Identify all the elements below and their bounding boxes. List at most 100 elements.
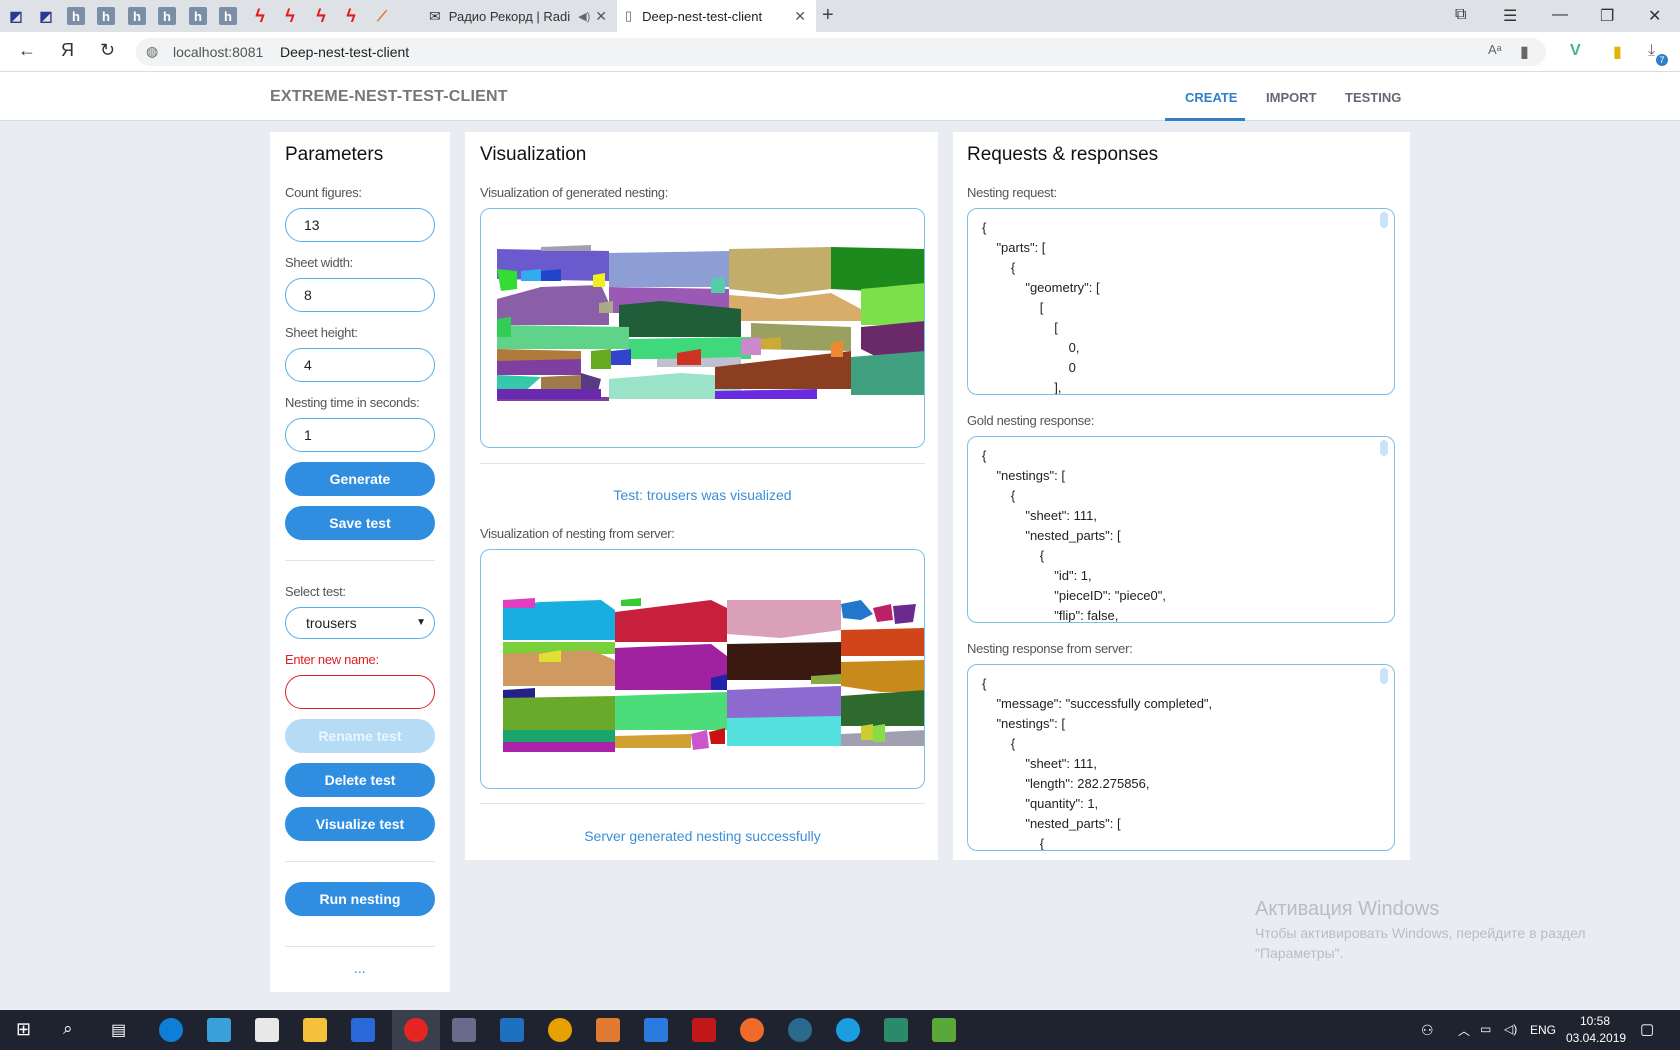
server-nesting-canvas	[480, 549, 925, 789]
visualize-test-button[interactable]: Visualize test	[285, 807, 435, 841]
tab-deep-nest[interactable]: ▯ Deep-nest-test-client ✕	[617, 0, 816, 32]
search-icon[interactable]: ⌕	[63, 1019, 73, 1039]
generated-nesting-canvas	[480, 208, 925, 448]
close-icon[interactable]: ✕	[595, 8, 607, 25]
server-status-text: Server generated nesting successfully	[584, 828, 821, 844]
speaker-icon[interactable]: ◀)	[578, 10, 590, 23]
extension-icon[interactable]: ▮	[1613, 42, 1622, 62]
clock-date[interactable]: 03.04.2019	[1566, 1031, 1626, 1045]
minimize-icon[interactable]: —	[1552, 6, 1568, 24]
app-icon[interactable]	[932, 1018, 956, 1042]
pinned-tab-zap-icon[interactable]: ϟ	[341, 6, 361, 26]
pinned-tab-h-icon[interactable]: h	[97, 7, 115, 25]
gold-response-textarea[interactable]: { "nestings": [ { "sheet": 111, "nested_…	[967, 436, 1395, 623]
back-icon[interactable]: ←	[18, 40, 36, 61]
network-icon[interactable]: ▭	[1480, 1022, 1491, 1036]
windows-start-icon[interactable]: ⊞	[16, 1019, 31, 1040]
pinned-tab-h-icon[interactable]: h	[189, 7, 207, 25]
downloads-badge: 7	[1656, 54, 1668, 66]
teamviewer-icon[interactable]	[159, 1018, 183, 1042]
tab-radio-record[interactable]: ✉ Радио Рекорд | Radi ◀) ✕	[421, 0, 617, 32]
requests-responses-panel: Requests & responses Nesting request: { …	[953, 132, 1410, 860]
task-view-icon[interactable]: ▤	[111, 1020, 126, 1040]
skype-icon[interactable]	[836, 1018, 860, 1042]
collections-icon[interactable]: ⧉	[1455, 6, 1466, 24]
tab-import[interactable]: IMPORT	[1266, 90, 1317, 105]
webstorm-icon[interactable]	[884, 1018, 908, 1042]
yandex-logo[interactable]: Я	[61, 40, 74, 61]
nesting-request-label: Nesting request:	[967, 185, 1057, 200]
address-bar: ← Я ↻ ◍ localhost:8081 Deep-nest-test-cl…	[0, 32, 1680, 72]
pinned-tab-h-icon[interactable]: h	[158, 7, 176, 25]
pinned-tab-h-icon[interactable]: h	[67, 7, 85, 25]
more-link[interactable]: ...	[354, 960, 366, 976]
app-icon[interactable]	[452, 1018, 476, 1042]
count-figures-input[interactable]: 13	[285, 208, 435, 242]
server-response-textarea[interactable]: { "message": "successfully completed", "…	[967, 664, 1395, 851]
menu-icon[interactable]: ☰	[1503, 6, 1517, 26]
app-icon[interactable]	[351, 1018, 375, 1042]
delete-test-button[interactable]: Delete test	[285, 763, 435, 797]
notifications-icon[interactable]: ▢	[1640, 1020, 1654, 1038]
generate-button[interactable]: Generate	[285, 462, 435, 496]
select-test-value: trousers	[306, 615, 357, 631]
app-icon[interactable]	[788, 1018, 812, 1042]
yandex-browser-icon[interactable]	[404, 1018, 428, 1042]
pinned-tab-zap-icon[interactable]: ϟ	[250, 6, 270, 26]
pinned-tab-icon[interactable]: ◩	[36, 6, 56, 26]
powershell-icon[interactable]	[500, 1018, 524, 1042]
bookmark-icon[interactable]: ▮	[1520, 42, 1529, 62]
count-figures-label: Count figures:	[285, 185, 362, 200]
scrollbar-thumb[interactable]	[1380, 440, 1388, 456]
divider	[285, 861, 435, 862]
pinned-tab-h-icon[interactable]: h	[128, 7, 146, 25]
postman-icon[interactable]	[740, 1018, 764, 1042]
new-tab-icon[interactable]: +	[822, 4, 834, 27]
pinned-tab-h-icon[interactable]: h	[219, 7, 237, 25]
site-info-icon[interactable]: ◍	[146, 43, 158, 60]
nesting-request-textarea[interactable]: { "parts": [ { "geometry": [ [ [ 0, 0 ],	[967, 208, 1395, 395]
nesting-request-content: { "parts": [ { "geometry": [ [ [ 0, 0 ],	[982, 220, 1100, 395]
new-name-input[interactable]	[285, 675, 435, 709]
volume-icon[interactable]: ◁)	[1504, 1022, 1517, 1036]
pinned-tab-pen-icon[interactable]: ⟋	[372, 6, 392, 26]
app-icon[interactable]	[207, 1018, 231, 1042]
tab-create[interactable]: CREATE	[1185, 90, 1237, 105]
sheet-width-input[interactable]: 8	[285, 278, 435, 312]
select-test-dropdown[interactable]: trousers ▼	[285, 607, 435, 639]
nesting-time-input[interactable]: 1	[285, 418, 435, 452]
vue-devtools-icon[interactable]: V	[1570, 42, 1581, 60]
gold-response-label: Gold nesting response:	[967, 413, 1095, 428]
clock-time[interactable]: 10:58	[1580, 1014, 1610, 1028]
chrome-icon[interactable]	[548, 1018, 572, 1042]
pinned-tab-zap-icon[interactable]: ϟ	[311, 6, 331, 26]
generated-nesting-image	[497, 245, 924, 401]
language-indicator[interactable]: ENG	[1530, 1023, 1556, 1037]
filezilla-icon[interactable]	[692, 1018, 716, 1042]
pinned-tab-icon[interactable]: ◩	[6, 6, 26, 26]
scrollbar-thumb[interactable]	[1380, 212, 1388, 228]
calculator-icon[interactable]	[255, 1018, 279, 1042]
run-nesting-button[interactable]: Run nesting	[285, 882, 435, 916]
pinned-tab-zap-icon[interactable]: ϟ	[280, 6, 300, 26]
translate-icon[interactable]: Aᵃ	[1488, 42, 1502, 57]
people-icon[interactable]: ⚇	[1421, 1022, 1434, 1039]
tray-chevron-icon[interactable]: ︿	[1458, 1022, 1470, 1039]
restore-icon[interactable]: ❐	[1600, 6, 1614, 26]
gold-response-content: { "nestings": [ { "sheet": 111, "nested_…	[982, 448, 1166, 623]
close-icon[interactable]: ✕	[794, 8, 806, 25]
rename-test-button[interactable]: Rename test	[285, 719, 435, 753]
select-test-label: Select test:	[285, 584, 346, 599]
app-title: EXTREME-NEST-TEST-CLIENT	[270, 88, 508, 105]
app-icon[interactable]	[596, 1018, 620, 1042]
scrollbar-thumb[interactable]	[1380, 668, 1388, 684]
downloads-icon[interactable]: ⤓	[1648, 42, 1655, 60]
sheet-height-input[interactable]: 4	[285, 348, 435, 382]
url-page-title: Deep-nest-test-client	[280, 44, 410, 60]
save-test-button[interactable]: Save test	[285, 506, 435, 540]
app-icon[interactable]	[644, 1018, 668, 1042]
file-explorer-icon[interactable]	[303, 1018, 327, 1042]
window-close-icon[interactable]: ✕	[1648, 6, 1661, 26]
tab-testing[interactable]: TESTING	[1345, 90, 1401, 105]
reload-icon[interactable]: ↻	[100, 40, 115, 61]
